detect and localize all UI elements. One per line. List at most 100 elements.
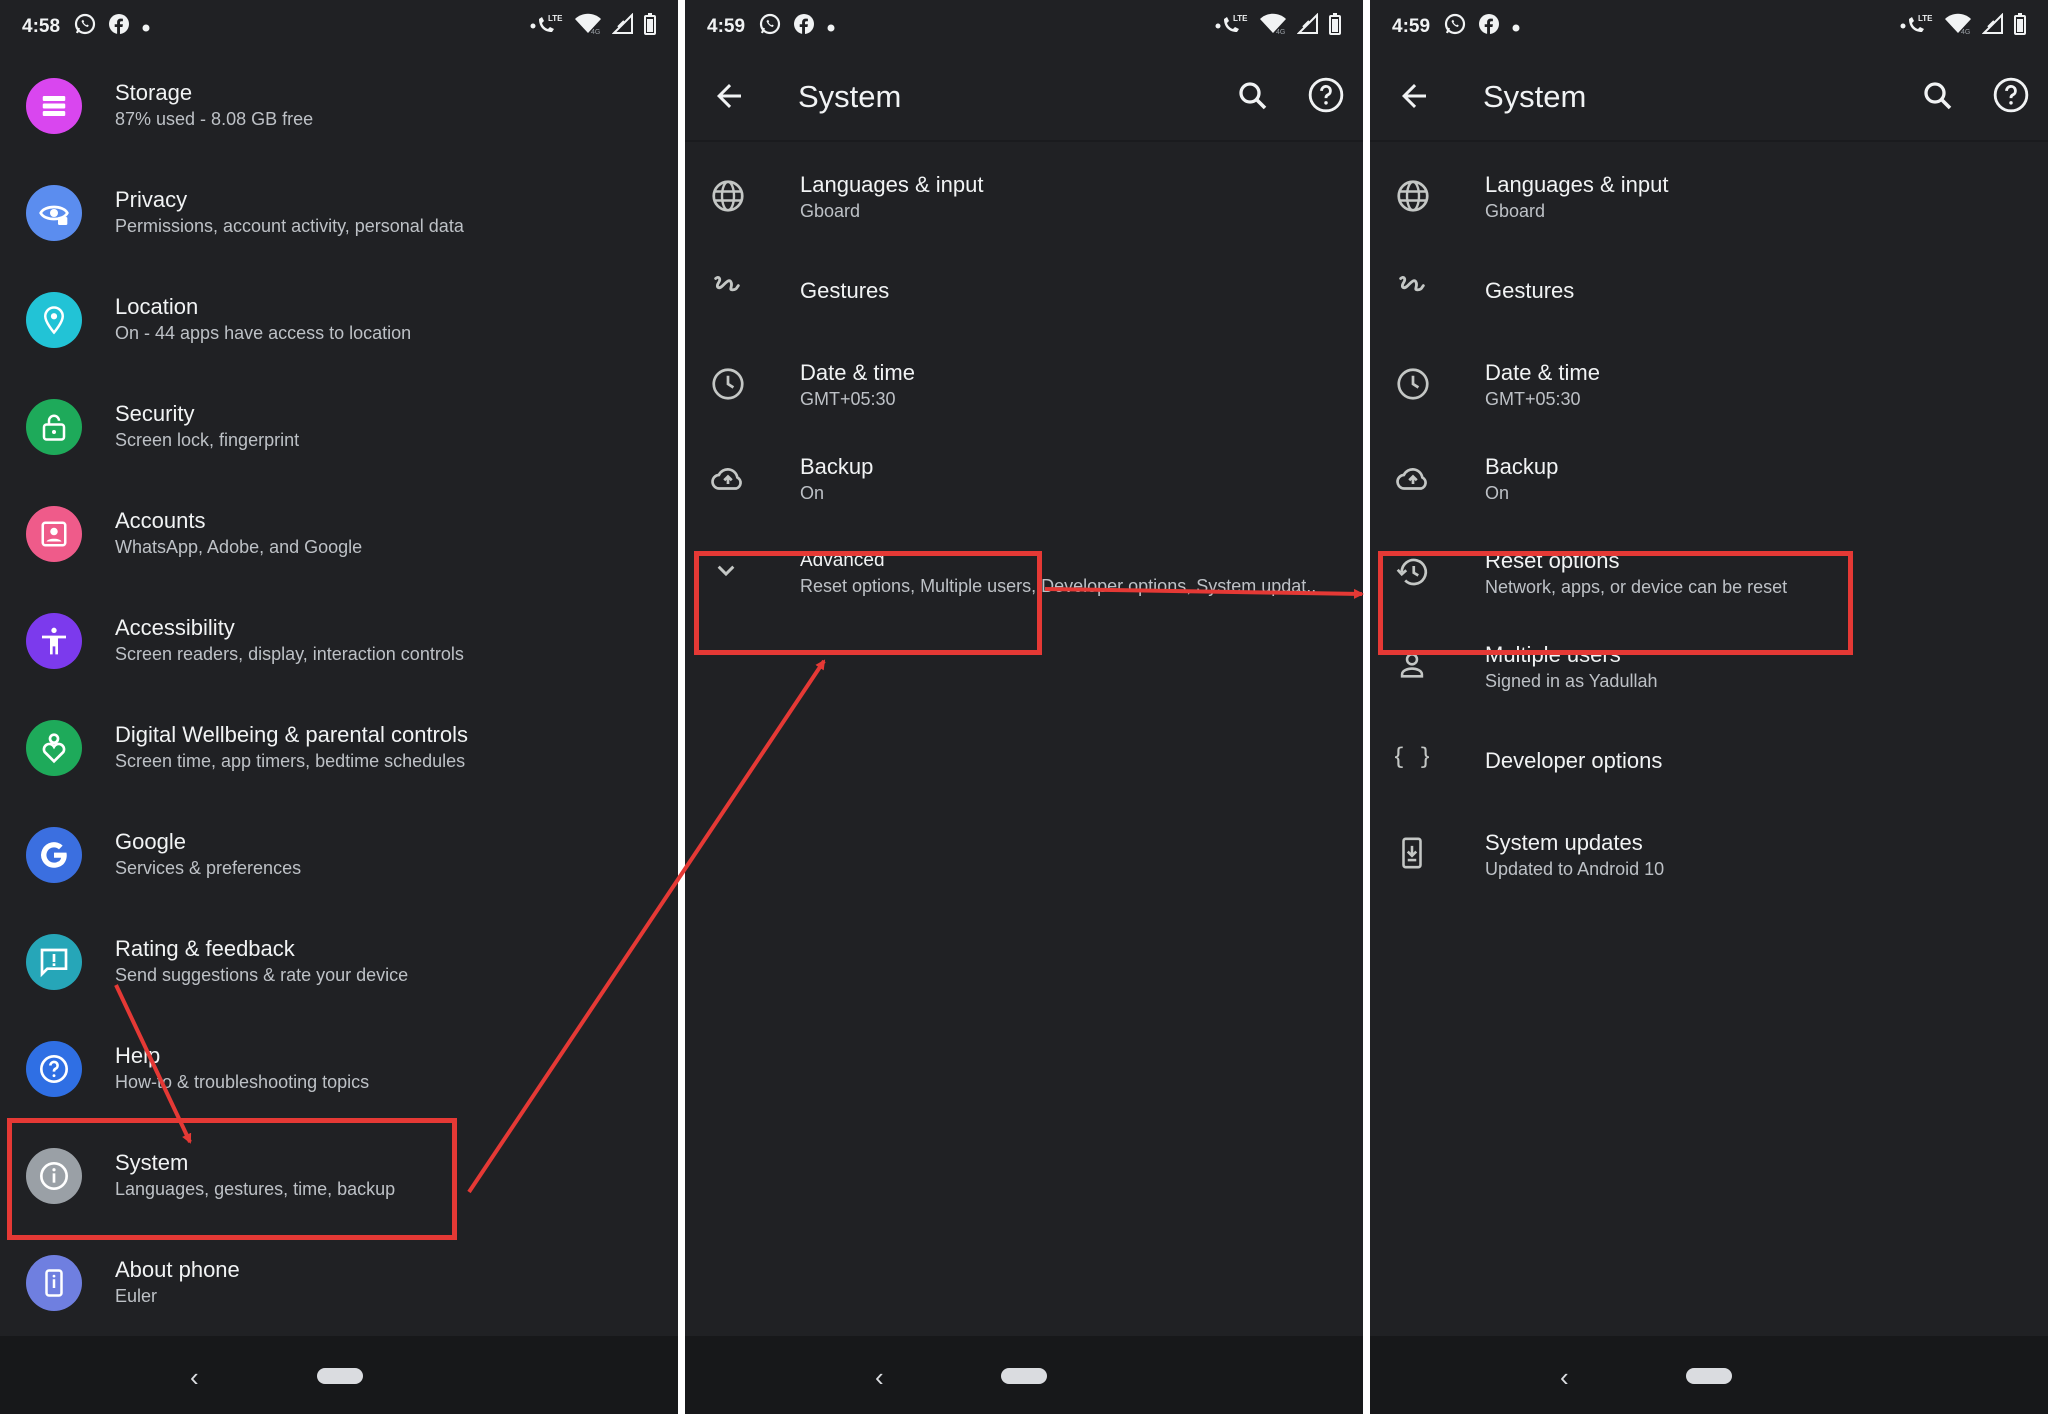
item-title: Date & time — [800, 360, 915, 385]
settings-item-reset-options[interactable]: Reset options Network, apps, or device ca… — [1370, 524, 2048, 624]
settings-item-about-phone[interactable]: About phone Euler — [0, 1233, 678, 1333]
search-icon[interactable] — [1235, 78, 1271, 119]
help-icon[interactable] — [1307, 76, 1345, 119]
item-subtitle: Signed in as Yadullah — [1485, 671, 1658, 691]
item-title: Security — [115, 401, 195, 426]
signal-icon — [611, 12, 634, 41]
settings-item-developer-options[interactable]: { } Developer options — [1370, 712, 2048, 812]
page-title: System — [798, 79, 902, 114]
gestures-icon — [710, 270, 748, 308]
nav-back-button[interactable]: ‹ — [1560, 1362, 1569, 1393]
settings-item-advanced[interactable]: Advanced Reset options, Multiple users, D… — [685, 524, 1363, 624]
history-icon — [1395, 554, 1433, 592]
phone-icon — [26, 1255, 82, 1311]
item-title: Privacy — [115, 187, 188, 212]
lte-call-icon: LTE — [1215, 13, 1249, 41]
status-time: 4:59 — [1392, 16, 1431, 37]
svg-text:LTE: LTE — [548, 14, 563, 23]
cloud-upload-icon — [1395, 460, 1433, 498]
item-subtitle: Permissions, account activity, personal … — [115, 216, 464, 236]
settings-item-security[interactable]: Security Screen lock, fingerprint — [0, 377, 678, 477]
item-subtitle: GMT+05:30 — [1485, 389, 1581, 409]
nav-home-button[interactable] — [1686, 1368, 1732, 1384]
settings-item-backup[interactable]: Backup On — [1370, 430, 2048, 530]
nav-home-button[interactable] — [317, 1368, 363, 1384]
settings-item-gestures[interactable]: Gestures — [685, 242, 1363, 342]
item-subtitle: WhatsApp, Adobe, and Google — [115, 537, 363, 557]
item-subtitle: Services & preferences — [115, 858, 302, 878]
item-title: Location — [115, 294, 199, 319]
system-advanced-screen: 4:59 LTE 4G System Languages & input Gboa… — [1370, 0, 2048, 1414]
nav-back-button[interactable]: ‹ — [190, 1362, 199, 1393]
item-title: Developer options — [1485, 748, 1663, 773]
item-subtitle: On - 44 apps have access to location — [115, 323, 412, 343]
signal-icon — [1296, 12, 1319, 41]
item-title: Gestures — [1485, 278, 1575, 303]
settings-item-accessibility[interactable]: Accessibility Screen readers, display, in… — [0, 591, 678, 691]
status-bar: 4:59 LTE 4G — [685, 0, 1363, 54]
back-arrow-icon[interactable] — [711, 78, 747, 119]
battery-icon — [644, 13, 656, 41]
settings-item-date-time[interactable]: Date & time GMT+05:30 — [1370, 336, 2048, 436]
accounts-icon — [26, 506, 82, 562]
app-bar: System — [685, 54, 1363, 142]
settings-item-system[interactable]: System Languages, gestures, time, backup — [0, 1126, 678, 1226]
item-title: Gestures — [800, 278, 890, 303]
svg-text:4G: 4G — [1961, 29, 1970, 35]
settings-item-accounts[interactable]: Accounts WhatsApp, Adobe, and Google — [0, 484, 678, 584]
person-icon — [1395, 648, 1433, 686]
whatsapp-icon — [1444, 13, 1466, 41]
nav-home-button[interactable] — [1001, 1368, 1047, 1384]
settings-item-digital-wellbeing-parental-controls[interactable]: Digital Wellbeing & parental controls Scr… — [0, 698, 678, 798]
item-subtitle: Screen time, app timers, bedtime schedul… — [115, 751, 466, 771]
item-subtitle: On — [1485, 483, 1510, 503]
svg-text:4G: 4G — [1276, 29, 1285, 35]
wifi-icon: 4G — [574, 13, 602, 41]
settings-item-languages-input[interactable]: Languages & input Gboard — [685, 148, 1363, 248]
settings-item-multiple-users[interactable]: Multiple users Signed in as Yadullah — [1370, 618, 2048, 718]
gestures-icon — [1395, 270, 1433, 308]
notification-dot-icon — [1512, 16, 1520, 38]
whatsapp-icon — [74, 13, 96, 41]
item-subtitle: 87% used - 8.08 GB free — [115, 109, 314, 129]
item-title: Rating & feedback — [115, 936, 295, 961]
settings-item-help[interactable]: Help How-to & troubleshooting topics — [0, 1019, 678, 1119]
nav-back-button[interactable]: ‹ — [875, 1362, 884, 1393]
item-title: Languages & input — [800, 172, 984, 197]
storage-icon — [26, 78, 82, 134]
item-title: Digital Wellbeing & parental controls — [115, 722, 468, 747]
privacy-icon — [26, 185, 82, 241]
help-icon[interactable] — [1992, 76, 2030, 119]
chevron-down-icon — [710, 554, 748, 592]
item-title: Backup — [800, 454, 874, 479]
svg-text:{ }: { } — [1395, 744, 1429, 770]
help-icon — [26, 1041, 82, 1097]
settings-item-privacy[interactable]: Privacy Permissions, account activity, pe… — [0, 163, 678, 263]
settings-item-date-time[interactable]: Date & time GMT+05:30 — [685, 336, 1363, 436]
settings-item-system-updates[interactable]: System updates Updated to Android 10 — [1370, 806, 2048, 906]
settings-item-languages-input[interactable]: Languages & input Gboard — [1370, 148, 2048, 248]
item-title: Storage — [115, 80, 193, 105]
settings-item-location[interactable]: Location On - 44 apps have access to loca… — [0, 270, 678, 370]
item-title: Accounts — [115, 508, 206, 533]
globe-icon — [710, 178, 748, 216]
clock-icon — [1395, 366, 1433, 404]
facebook-icon — [108, 13, 130, 41]
item-title: Date & time — [1485, 360, 1600, 385]
status-time: 4:58 — [22, 16, 61, 37]
navigation-bar: ‹ — [1370, 1336, 2048, 1414]
item-subtitle: Gboard — [800, 201, 861, 221]
settings-item-google[interactable]: Google Services & preferences — [0, 805, 678, 905]
item-subtitle: Network, apps, or device can be reset — [1485, 577, 1788, 597]
settings-item-gestures[interactable]: Gestures — [1370, 242, 2048, 342]
navigation-bar: ‹ — [0, 1336, 678, 1414]
item-title: System — [115, 1150, 189, 1175]
settings-item-backup[interactable]: Backup On — [685, 430, 1363, 530]
back-arrow-icon[interactable] — [1396, 78, 1432, 119]
settings-item-rating-feedback[interactable]: Rating & feedback Send suggestions & rate… — [0, 912, 678, 1012]
item-title: Languages & input — [1485, 172, 1669, 197]
settings-item-storage[interactable]: Storage 87% used - 8.08 GB free — [0, 56, 678, 156]
search-icon[interactable] — [1920, 78, 1956, 119]
item-title: Accessibility — [115, 615, 235, 640]
item-subtitle: Languages, gestures, time, backup — [115, 1179, 396, 1199]
